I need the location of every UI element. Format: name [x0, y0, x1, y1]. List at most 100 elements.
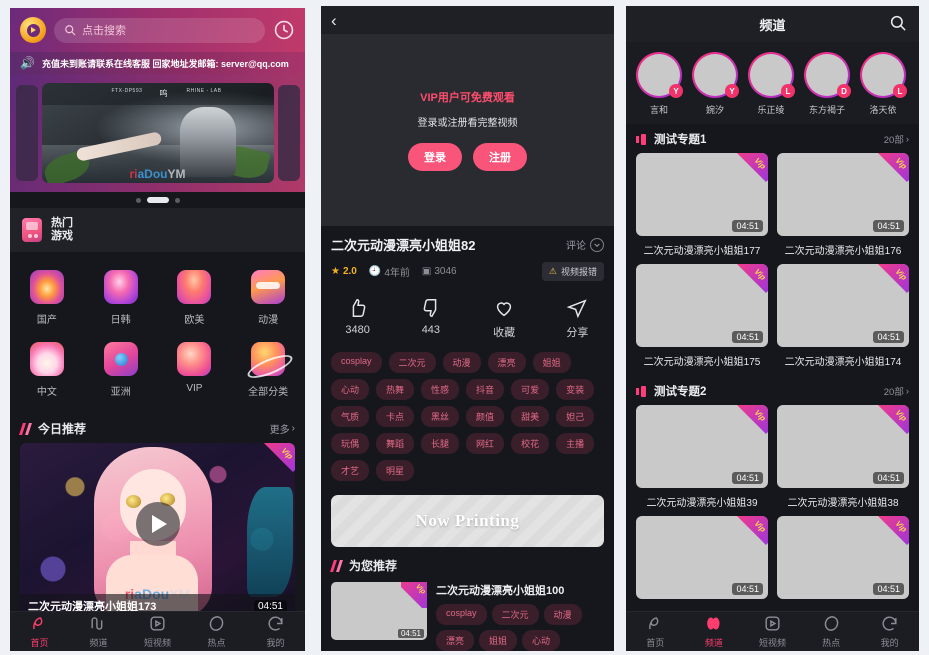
- topic-count-link[interactable]: 20部 ›: [884, 132, 909, 147]
- banner-slide-active[interactable]: FTX-DP593 呜 RHINE - LAB riaDouYM: [41, 83, 274, 183]
- tab-home[interactable]: 首页: [10, 614, 69, 649]
- list-item[interactable]: Vip 04:51 二次元动漫漂亮小姐姐100 cosplay 二次元 动漫 漂…: [331, 582, 604, 651]
- tag-chip[interactable]: 甜美: [511, 406, 550, 427]
- category-item-zhongwen[interactable]: 中文: [10, 336, 84, 408]
- login-button[interactable]: 登录: [408, 143, 462, 171]
- banner-carousel[interactable]: FTX-DP593 呜 RHINE - LAB riaDouYM: [10, 74, 305, 192]
- video-cell[interactable]: Vip 04:51 二次元动漫漂亮小姐姐177: [636, 153, 768, 257]
- share-action[interactable]: 分享: [541, 297, 614, 340]
- comment-toggle[interactable]: 评论: [566, 237, 604, 252]
- tag-chip[interactable]: 舞蹈: [376, 433, 415, 454]
- tab-short-video[interactable]: 短视频: [128, 614, 187, 649]
- avatar-item[interactable]: L 乐正绫: [748, 52, 795, 116]
- channel-scroll[interactable]: 测试专题1 20部 › Vip 04:51 二次元动漫漂亮小姐姐177 Vip 04:…: [626, 124, 919, 651]
- tab-channel[interactable]: 频道: [685, 614, 744, 649]
- tab-profile[interactable]: 我的: [246, 614, 305, 649]
- carousel-dot-active[interactable]: [146, 197, 169, 203]
- tag-chip[interactable]: 漂亮: [436, 630, 475, 651]
- play-icon[interactable]: [135, 501, 180, 546]
- tag-chip[interactable]: 气质: [331, 406, 370, 427]
- category-item-vip[interactable]: VIP: [158, 336, 232, 408]
- tab-profile[interactable]: 我的: [860, 614, 919, 649]
- report-button[interactable]: ⚠ 视频报错: [541, 262, 604, 281]
- tab-hot[interactable]: 热点: [187, 614, 246, 649]
- tag-chip[interactable]: 动漫: [543, 604, 582, 625]
- tag-chip[interactable]: 黑丝: [421, 406, 460, 427]
- tag-chip[interactable]: 心动: [522, 630, 561, 651]
- avatar-item[interactable]: Y 言和: [636, 52, 683, 116]
- tag-chip[interactable]: 漂亮: [487, 352, 526, 373]
- video-cell[interactable]: Vip 04:51 二次元动漫漂亮小姐姐176: [777, 153, 909, 257]
- category-label: 中文: [36, 387, 57, 398]
- tab-home[interactable]: 首页: [626, 614, 685, 649]
- recommend-body: 二次元动漫漂亮小姐姐100 cosplay 二次元 动漫 漂亮 姐姐 心动: [436, 582, 604, 651]
- more-link[interactable]: 更多 ›: [270, 421, 295, 436]
- dislike-action[interactable]: 443: [394, 297, 467, 340]
- tab-label: 首页: [646, 638, 665, 648]
- tag-chip[interactable]: 玩偶: [331, 433, 370, 454]
- tag-chip[interactable]: 变装: [556, 379, 595, 400]
- tag-chip[interactable]: 动漫: [442, 352, 481, 373]
- ad-banner[interactable]: Now Printing: [331, 495, 604, 547]
- category-item-dongman[interactable]: 动漫: [231, 264, 305, 336]
- tag-chip[interactable]: 可爱: [511, 379, 550, 400]
- topic-count-link[interactable]: 20部 ›: [884, 384, 909, 399]
- video-cell[interactable]: Vip 04:51 二次元动漫漂亮小姐姐175: [636, 264, 768, 368]
- category-item-oumei[interactable]: 欧美: [158, 264, 232, 336]
- video-cell[interactable]: Vip 04:51 二次元动漫漂亮小姐姐38: [777, 405, 909, 509]
- tab-hot[interactable]: 热点: [802, 614, 861, 649]
- tag-chip[interactable]: 才艺: [331, 460, 370, 481]
- tab-channel[interactable]: 频道: [69, 614, 128, 649]
- tag-chip[interactable]: 网红: [466, 433, 505, 454]
- tag-chip[interactable]: 姐姐: [479, 630, 518, 651]
- video-cell[interactable]: Vip 04:51: [636, 516, 768, 599]
- video-player-placeholder[interactable]: VIP用户可免费观看 登录或注册看完整视频 登录 注册: [321, 34, 614, 226]
- favorite-action[interactable]: 收藏: [468, 297, 541, 340]
- profile-icon: [882, 616, 897, 631]
- tag-chip[interactable]: 抖音: [466, 379, 505, 400]
- category-item-all[interactable]: 全部分类: [231, 336, 305, 408]
- video-cell[interactable]: Vip 04:51: [777, 516, 909, 599]
- phone-frame-detail: ‹ VIP用户可免费观看 登录或注册看完整视频 登录 注册 二次元动漫漂亮小姐姐…: [321, 6, 614, 651]
- tag-chip[interactable]: 性感: [421, 379, 460, 400]
- like-action[interactable]: 3480: [321, 297, 394, 340]
- clock-icon[interactable]: [273, 19, 295, 41]
- register-button[interactable]: 注册: [473, 143, 527, 171]
- search-icon[interactable]: [889, 14, 907, 37]
- carousel-dot[interactable]: [174, 197, 180, 203]
- tag-chip[interactable]: 二次元: [388, 352, 436, 373]
- avatar-item[interactable]: Y 婉汐: [692, 52, 739, 116]
- tag-chip[interactable]: 姐姐: [532, 352, 571, 373]
- tag-chip[interactable]: 二次元: [491, 604, 539, 625]
- avatar-rail[interactable]: Y 言和 Y 婉汐 L 乐正绫 D 东方褐子 L 洛天依: [626, 42, 919, 124]
- avatar-item[interactable]: L 洛天依: [860, 52, 907, 116]
- video-cell[interactable]: Vip 04:51 二次元动漫漂亮小姐姐39: [636, 405, 768, 509]
- tag-chip[interactable]: 长腿: [421, 433, 460, 454]
- hot-game-entry[interactable]: 热门 游戏: [10, 208, 305, 252]
- featured-video-card[interactable]: Vip riaDouYM 二次元动漫漂亮小姐姐173 04:51: [20, 443, 295, 618]
- video-cell[interactable]: Vip 04:51 二次元动漫漂亮小姐姐174: [777, 264, 909, 368]
- vip-badge: Vip: [734, 516, 768, 550]
- tag-chip[interactable]: cosplay: [331, 352, 382, 373]
- tag-chip[interactable]: 校花: [511, 433, 550, 454]
- tag-chip[interactable]: 主播: [556, 433, 595, 454]
- category-item-rihan[interactable]: 日韩: [84, 264, 158, 336]
- recommend-thumbnail[interactable]: Vip 04:51: [331, 582, 427, 640]
- back-chevron-icon[interactable]: ‹: [331, 12, 337, 29]
- tab-short-video[interactable]: 短视频: [743, 614, 802, 649]
- search-input[interactable]: 点击搜索: [54, 17, 265, 43]
- carousel-dot[interactable]: [135, 197, 141, 203]
- tag-chip[interactable]: cosplay: [436, 604, 487, 625]
- announcement-bar[interactable]: 🔊 充值未到账请联系在线客服 回家地址发邮箱: server@qq.com: [10, 52, 305, 74]
- app-logo-icon[interactable]: [20, 17, 46, 43]
- category-item-guochan[interactable]: 国产: [10, 264, 84, 336]
- tag-chip[interactable]: 妲己: [556, 406, 595, 427]
- avatar-item[interactable]: D 东方褐子: [804, 52, 851, 116]
- tag-chip[interactable]: 心动: [331, 379, 370, 400]
- tag-chip[interactable]: 热舞: [376, 379, 415, 400]
- tag-chip[interactable]: 卡点: [376, 406, 415, 427]
- carousel-dots[interactable]: [10, 192, 305, 208]
- category-item-yazhou[interactable]: 亚洲: [84, 336, 158, 408]
- tag-chip[interactable]: 颜值: [466, 406, 505, 427]
- tag-chip[interactable]: 明星: [376, 460, 415, 481]
